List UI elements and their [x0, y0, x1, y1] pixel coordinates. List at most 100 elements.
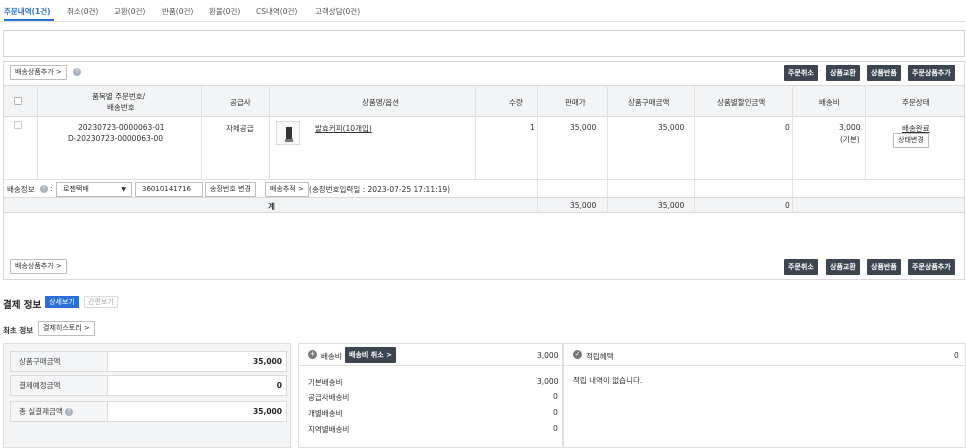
- header-discount: 상품별할인금액: [717, 98, 766, 107]
- tab-cancel[interactable]: 취소(0건): [67, 6, 98, 17]
- points-value: 0: [954, 351, 959, 360]
- carrier-select[interactable]: 로젠택배 ▼: [56, 182, 132, 197]
- payment-history-button[interactable]: 결제히스토리 >: [38, 321, 95, 336]
- tab-refund[interactable]: 환불(0건): [209, 6, 240, 17]
- header-shipping-fee: 배송비: [819, 98, 840, 107]
- table-header: 품목별 주문번호/ 배송번호 공급사 상품명/옵션 수량 판매가 상품구매금액 …: [4, 85, 964, 117]
- shipping-fee-panel: + 배송비 배송비 취소 > 3,000 기본배송비 3,000 공급사배송비 …: [298, 343, 563, 448]
- order-cancel-button[interactable]: 주문취소: [784, 65, 818, 81]
- points-label: 적립혜택: [586, 352, 614, 361]
- individual-shipping-value: 0: [553, 408, 558, 417]
- order-cancel-button-bottom[interactable]: 주문취소: [784, 259, 818, 275]
- cancel-shipping-fee-button[interactable]: 배송비 취소 >: [345, 347, 396, 363]
- header-order-status: 주문상태: [902, 98, 930, 107]
- tracking-input-date: (송장번호입력일 : 2023-07-25 17:11:19): [309, 185, 451, 194]
- supplier-shipping-label: 공급사배송비: [308, 393, 350, 402]
- total-price: 35,000: [570, 201, 597, 210]
- points-panel: ✓ 적립혜택 0 적립 내역이 없습니다.: [563, 343, 966, 448]
- individual-shipping-label: 개별배송비: [308, 409, 343, 418]
- product-exchange-button[interactable]: 상품교환: [826, 65, 860, 81]
- tab-cs-history[interactable]: CS내역(0건): [256, 6, 297, 17]
- payment-summary: 상품구매금액 35,000 결제예정금액 0 총 실결제금액 ? 35,000: [3, 343, 291, 448]
- scheduled-payment-value: 0: [276, 381, 282, 390]
- tab-order-history[interactable]: 주문내역(1건): [4, 6, 51, 17]
- track-delivery-button[interactable]: 배송추적 >: [265, 182, 309, 197]
- active-tab-indicator: [4, 19, 54, 21]
- regional-shipping-label: 지역별배송비: [308, 425, 350, 434]
- product-thumbnail[interactable]: [276, 121, 300, 145]
- chevron-down-icon: ▼: [121, 186, 126, 193]
- quantity-value: 1: [530, 123, 535, 132]
- purchase-amount-value: 35,000: [253, 357, 282, 366]
- colon-separator: :: [50, 184, 53, 193]
- payment-info-title: 결제 정보: [3, 300, 42, 311]
- total-paid-label: 총 실결제금액 ?: [11, 402, 108, 421]
- supplier-shipping-value: 0: [553, 392, 558, 401]
- select-all-checkbox[interactable]: [14, 97, 22, 105]
- row-checkbox[interactable]: [14, 121, 22, 129]
- tab-exchange[interactable]: 교환(0건): [114, 6, 145, 17]
- shipping-fee-value: 3,000: [839, 123, 861, 132]
- plus-icon[interactable]: +: [308, 350, 317, 359]
- total-paid-value: 35,000: [253, 407, 282, 416]
- delivery-info-row: 배송정보 ? : 로젠택배 ▼ 36010141716 송장번호 변경 배송추적…: [4, 179, 964, 197]
- order-number: 20230723-0000063-01: [78, 123, 165, 132]
- memo-area[interactable]: [3, 30, 965, 57]
- shipping-fee-total: 3,000: [537, 351, 559, 360]
- points-header: ✓ 적립혜택 0: [564, 344, 965, 366]
- basic-shipping-value: 3,000: [537, 377, 559, 386]
- purchase-amount-row: 상품구매금액 35,000: [10, 351, 287, 372]
- order-items-table: 품목별 주문번호/ 배송번호 공급사 상품명/옵션 수량 판매가 상품구매금액 …: [4, 85, 964, 213]
- regional-shipping-value: 0: [553, 424, 558, 433]
- product-return-button-bottom[interactable]: 상품반품: [867, 259, 901, 275]
- total-row: 계 35,000 35,000 0: [4, 197, 964, 213]
- total-label: 계: [268, 202, 275, 211]
- initial-info-label: 최초 정보: [3, 326, 34, 335]
- shipping-type: (기본): [840, 135, 860, 144]
- product-name-link[interactable]: 발효커피(10개입): [315, 123, 372, 134]
- total-purchase-amount: 35,000: [658, 201, 685, 210]
- check-icon: ✓: [573, 350, 582, 359]
- purchase-amount-value: 35,000: [658, 123, 685, 132]
- tab-return[interactable]: 반품(0건): [162, 6, 193, 17]
- help-icon[interactable]: ?: [65, 408, 74, 416]
- help-icon[interactable]: ?: [73, 68, 81, 76]
- change-tracking-button[interactable]: 송장번호 변경: [205, 182, 256, 197]
- delivery-info-label: 배송정보: [7, 185, 35, 194]
- help-icon[interactable]: ?: [40, 185, 48, 193]
- shipping-fee-header: + 배송비 배송비 취소 > 3,000: [299, 344, 562, 366]
- simple-view-toggle[interactable]: 간편보기: [84, 296, 118, 308]
- add-order-product-button[interactable]: 주문상품추가: [908, 65, 955, 81]
- tab-customer-consult[interactable]: 고객상담(0건): [315, 6, 360, 17]
- header-quantity: 수량: [509, 98, 523, 107]
- header-purchase-amount: 상품구매금액: [628, 98, 670, 107]
- product-return-button[interactable]: 상품반품: [867, 65, 901, 81]
- product-exchange-button-bottom[interactable]: 상품교환: [826, 259, 860, 275]
- add-delivery-product-button[interactable]: 배송상품추가 >: [10, 65, 67, 80]
- header-price: 판매가: [565, 98, 586, 107]
- header-supplier: 공급사: [230, 98, 251, 107]
- add-order-product-button-bottom[interactable]: 주문상품추가: [908, 259, 955, 275]
- add-delivery-label: 배송상품추가 >: [15, 68, 62, 76]
- order-tabs: 주문내역(1건) 취소(0건) 교환(0건) 반품(0건) 환불(0건) CS내…: [0, 0, 966, 22]
- purchase-amount-label: 상품구매금액: [11, 352, 108, 371]
- header-delivery-no: 배송번호: [107, 103, 135, 112]
- header-product: 상품명/옵션: [362, 98, 400, 107]
- discount-value: 0: [785, 123, 790, 132]
- points-empty-message: 적립 내역이 없습니다.: [573, 376, 643, 385]
- header-order-no: 품목별 주문번호/: [92, 92, 146, 101]
- status-change-button[interactable]: 상태변경: [893, 133, 929, 148]
- table-row: 20230723-0000063-01 D-20230723-0000063-0…: [4, 117, 964, 154]
- carrier-selected-value: 로젠택배: [63, 185, 89, 193]
- detail-view-toggle[interactable]: 상세보기: [45, 296, 79, 308]
- scheduled-payment-row: 결제예정금액 0: [10, 375, 287, 396]
- total-paid-row: 총 실결제금액 ? 35,000: [10, 401, 287, 422]
- total-discount: 0: [785, 201, 790, 210]
- add-delivery-product-button-bottom[interactable]: 배송상품추가 >: [10, 259, 67, 274]
- shipping-fee-label: 배송비: [321, 352, 342, 361]
- supplier-name: 자체공급: [226, 124, 254, 133]
- order-items-section: 배송상품추가 > ? 주문취소 상품교환 상품반품 주문상품추가 품목별 주문번…: [3, 61, 965, 280]
- basic-shipping-label: 기본배송비: [308, 378, 343, 387]
- scheduled-payment-label: 결제예정금액: [11, 376, 108, 395]
- tracking-number-input[interactable]: 36010141716: [135, 182, 203, 197]
